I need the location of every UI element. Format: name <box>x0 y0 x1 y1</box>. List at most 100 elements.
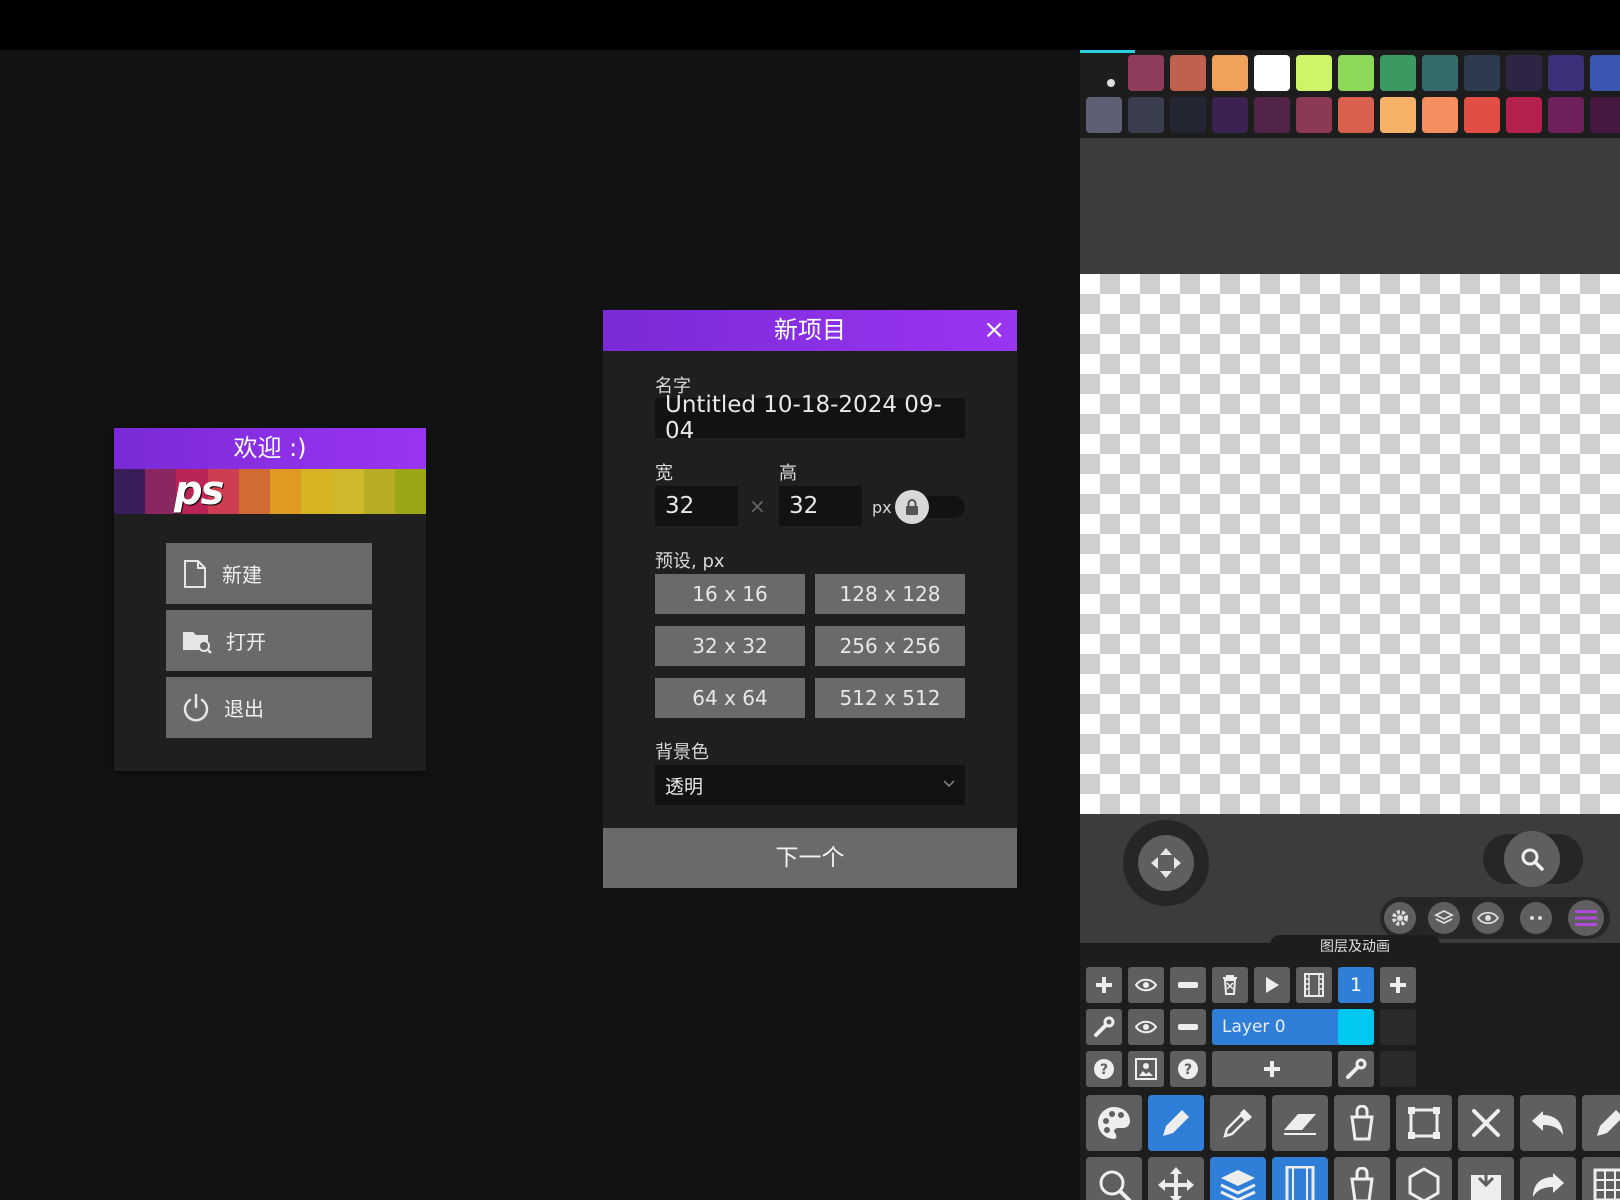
gear-icon[interactable] <box>1384 902 1416 934</box>
chevron-down-icon <box>943 780 955 788</box>
active-color-dot <box>1107 79 1115 87</box>
layer-color-swatch[interactable] <box>1338 1009 1374 1045</box>
palette-row2-swatch[interactable] <box>1338 97 1374 133</box>
layer-settings-wrench-icon[interactable] <box>1338 1051 1374 1087</box>
unit-label: px <box>872 498 892 517</box>
palette-row1-swatch[interactable] <box>1590 55 1620 91</box>
play-icon[interactable] <box>1254 967 1290 1003</box>
palette-icon[interactable] <box>1086 1095 1142 1151</box>
times-sign: × <box>749 494 766 518</box>
welcome-dialog: 欢迎 :) ps 新建 打开 退出 <box>114 428 426 771</box>
open-button[interactable]: 打开 <box>166 610 372 671</box>
grid-icon[interactable] <box>1582 1157 1620 1200</box>
color-palette <box>1080 50 1620 138</box>
new-button[interactable]: 新建 <box>166 543 372 604</box>
preset-32[interactable]: 32 x 32 <box>655 626 805 666</box>
more-dots-icon[interactable] <box>1520 902 1552 934</box>
preset-512[interactable]: 512 x 512 <box>815 678 965 718</box>
layer-visibility-icon[interactable] <box>1128 1009 1164 1045</box>
menu-icon[interactable] <box>1568 900 1604 936</box>
palette-row1-swatch[interactable] <box>1170 55 1206 91</box>
palette-row2-swatch[interactable] <box>1548 97 1584 133</box>
exit-button[interactable]: 退出 <box>166 677 372 738</box>
add-layer-icon[interactable] <box>1380 967 1416 1003</box>
palette-row1-swatch[interactable] <box>1506 55 1542 91</box>
brush-icon[interactable] <box>1582 1095 1620 1151</box>
hexagon-icon[interactable] <box>1396 1157 1452 1200</box>
frame-number[interactable]: 1 <box>1338 967 1374 1003</box>
layer-item[interactable]: Layer 0 <box>1212 1009 1342 1045</box>
layers-icon[interactable] <box>1428 902 1460 934</box>
wrench-icon[interactable] <box>1086 1009 1122 1045</box>
palette-row1-swatch[interactable] <box>1128 55 1164 91</box>
close-icon[interactable]: × <box>983 310 1005 351</box>
add-layer-wide-icon[interactable] <box>1212 1051 1332 1087</box>
help-icon[interactable]: ? <box>1086 1051 1122 1087</box>
palette-row2-swatch[interactable] <box>1296 97 1332 133</box>
remove-layer-icon[interactable] <box>1170 1009 1206 1045</box>
background-value: 透明 <box>665 775 704 798</box>
palette-row1-swatch[interactable] <box>1296 55 1332 91</box>
drawing-canvas[interactable] <box>1080 274 1620 814</box>
search-icon <box>1504 831 1560 887</box>
add-frame-icon[interactable] <box>1086 967 1122 1003</box>
film-icon[interactable] <box>1296 967 1332 1003</box>
new-button-label: 新建 <box>222 563 262 587</box>
preset-16[interactable]: 16 x 16 <box>655 574 805 614</box>
eye-icon[interactable] <box>1472 902 1504 934</box>
frame-visibility-icon[interactable] <box>1128 967 1164 1003</box>
palette-row2-swatch[interactable] <box>1590 97 1620 133</box>
preset-64[interactable]: 64 x 64 <box>655 678 805 718</box>
palette-row2-swatch[interactable] <box>1464 97 1500 133</box>
animation-tool-icon[interactable] <box>1272 1157 1328 1200</box>
next-button[interactable]: 下一个 <box>603 828 1017 888</box>
pan-joystick[interactable] <box>1123 820 1209 906</box>
preset-256[interactable]: 256 x 256 <box>815 626 965 666</box>
bucket-tool-icon[interactable] <box>1334 1157 1390 1200</box>
folder-search-icon <box>183 631 212 654</box>
file-icon <box>184 559 206 588</box>
preset-128[interactable]: 128 x 128 <box>815 574 965 614</box>
palette-row2-swatch[interactable] <box>1128 97 1164 133</box>
background-select[interactable]: 透明 <box>655 765 965 805</box>
bucket-icon[interactable] <box>1334 1095 1390 1151</box>
palette-row1-swatch[interactable] <box>1338 55 1374 91</box>
palette-row2-swatch[interactable] <box>1212 97 1248 133</box>
height-input[interactable]: 32 <box>779 486 862 526</box>
eyedropper-icon[interactable] <box>1210 1095 1266 1151</box>
image-icon[interactable] <box>1128 1051 1164 1087</box>
undo-icon[interactable] <box>1520 1095 1576 1151</box>
welcome-banner: ps <box>114 469 426 514</box>
import-image-icon[interactable] <box>1458 1157 1514 1200</box>
layers-panel: 图层及动画 1 Layer 0 ? ? <box>1080 935 1620 1200</box>
palette-row2-swatch[interactable] <box>1380 97 1416 133</box>
palette-row2-swatch[interactable] <box>1506 97 1542 133</box>
zoom-tool-icon[interactable] <box>1086 1157 1142 1200</box>
select-rect-icon[interactable] <box>1396 1095 1452 1151</box>
tools-icon[interactable] <box>1458 1095 1514 1151</box>
editor-panel: 图层及动画 1 Layer 0 ? ? <box>1080 50 1620 1200</box>
width-input[interactable]: 32 <box>655 486 738 526</box>
trash-icon[interactable] <box>1212 967 1248 1003</box>
move-tool-icon[interactable] <box>1148 1157 1204 1200</box>
aspect-lock-toggle[interactable] <box>895 490 965 524</box>
zoom-control[interactable] <box>1483 831 1583 887</box>
palette-row2-swatch[interactable] <box>1086 97 1122 133</box>
palette-row1-swatch[interactable] <box>1548 55 1584 91</box>
palette-row1-swatch[interactable] <box>1212 55 1248 91</box>
layers-tool-icon[interactable] <box>1210 1157 1266 1200</box>
pencil-icon[interactable] <box>1148 1095 1204 1151</box>
remove-frame-icon[interactable] <box>1170 967 1206 1003</box>
palette-row2-swatch[interactable] <box>1254 97 1290 133</box>
palette-row1-swatch[interactable] <box>1380 55 1416 91</box>
palette-row1-swatch[interactable] <box>1254 55 1290 91</box>
palette-row2-swatch[interactable] <box>1170 97 1206 133</box>
name-input[interactable]: Untitled 10-18-2024 09-04 <box>655 392 965 444</box>
presets-label: 预设, px <box>655 551 725 572</box>
palette-row1-swatch[interactable] <box>1464 55 1500 91</box>
help-icon-2[interactable]: ? <box>1170 1051 1206 1087</box>
eraser-icon[interactable] <box>1272 1095 1328 1151</box>
palette-row1-swatch[interactable] <box>1422 55 1458 91</box>
palette-row2-swatch[interactable] <box>1422 97 1458 133</box>
redo-icon[interactable] <box>1520 1157 1576 1200</box>
